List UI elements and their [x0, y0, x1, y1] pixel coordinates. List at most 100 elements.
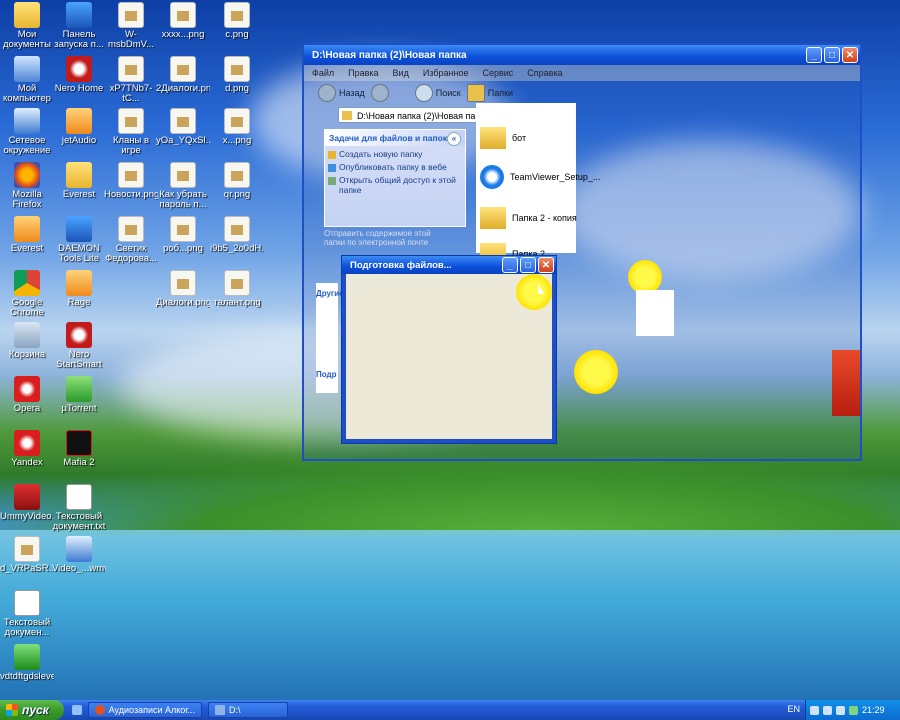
tray-icon[interactable] — [810, 705, 819, 715]
image-file-icon — [224, 162, 250, 188]
back-button[interactable]: Назад — [318, 84, 365, 102]
menu-favorites[interactable]: Избранное — [423, 68, 469, 78]
left-pane-fragment: Другие Подр — [316, 283, 344, 393]
desktop-icon[interactable]: Mozilla Firefox — [0, 162, 54, 210]
desktop-icon[interactable]: Nero Home — [52, 56, 106, 94]
explorer-titlebar[interactable]: D:\Новая папка (2)\Новая папка _ □ ✕ — [304, 45, 860, 65]
explorer-toolbar: Назад Поиск Папки — [304, 81, 860, 105]
folders-button[interactable]: Папки — [466, 84, 513, 102]
desktop-icon[interactable]: Панель запуска п... — [52, 2, 106, 50]
quick-launch — [64, 705, 82, 715]
cursor-highlight — [574, 350, 618, 394]
jetaudio-icon — [66, 108, 92, 134]
desktop-icon[interactable]: Google Chrome — [0, 270, 54, 318]
desktop-icon[interactable]: xP7TNb7-tC... — [104, 56, 158, 104]
new-folder-icon — [328, 151, 336, 159]
desktop-icon[interactable]: Корзина — [0, 322, 54, 360]
menu-file[interactable]: Файл — [312, 68, 334, 78]
desktop-icon[interactable]: DAEMON Tools Lite — [52, 216, 106, 264]
list-item[interactable]: TeamViewer_Setup_... — [480, 165, 600, 189]
desktop-icon[interactable]: c.png — [210, 2, 264, 40]
desktop-icon[interactable]: Диалоги.png — [156, 270, 210, 308]
show-desktop-icon[interactable] — [72, 705, 82, 715]
desktop-icon[interactable]: d.png — [210, 56, 264, 94]
folder-icon — [66, 162, 92, 188]
desktop-icon[interactable]: Yandex — [0, 430, 54, 468]
dialog-titlebar[interactable]: Подготовка файлов... _ □ ✕ — [342, 256, 556, 274]
forward-button[interactable] — [370, 84, 389, 102]
task-publish-web[interactable]: Опубликовать папку в вебе — [325, 159, 465, 172]
desktop-icon[interactable]: i9b5_2o0dH... — [210, 216, 264, 254]
desktop-icon[interactable]: талант.png — [210, 270, 264, 308]
desktop-icon[interactable]: xxxx...png — [156, 2, 210, 40]
desktop-icon[interactable]: Светик Федорова... — [104, 216, 158, 264]
desktop-icon[interactable]: Текстовый докумен... — [0, 590, 54, 638]
list-item[interactable]: бот — [480, 127, 526, 149]
my-computer-icon — [14, 56, 40, 82]
desktop-icon[interactable]: µTorrent — [52, 376, 106, 414]
desktop-icon[interactable]: W-msbDmV... — [104, 2, 158, 50]
desktop-icon[interactable]: Сетевое окружение — [0, 108, 54, 156]
tray-icon[interactable] — [823, 705, 832, 715]
desktop-icon[interactable]: Текстовый документ.txt — [52, 484, 106, 532]
desktop-icon[interactable]: Everest — [0, 216, 54, 254]
desktop-icon[interactable]: qr.png — [210, 162, 264, 200]
opera-icon — [14, 376, 40, 402]
search-button[interactable]: Поиск — [414, 84, 461, 102]
minimize-button[interactable]: _ — [502, 257, 518, 273]
menu-help[interactable]: Справка — [527, 68, 562, 78]
task-new-folder[interactable]: Создать новую папку — [325, 146, 465, 159]
task-email-folder[interactable]: Отправить содержимое этой папки по элект… — [324, 229, 448, 247]
desktop-icon[interactable]: jetAudio — [52, 108, 106, 146]
desktop-icon[interactable]: yOa_YQxSl... — [156, 108, 210, 146]
desktop-icon[interactable]: Mafia 2 — [52, 430, 106, 468]
close-button[interactable]: ✕ — [538, 257, 554, 273]
desktop-icon[interactable]: Кланы в игре Официаль... — [104, 108, 158, 156]
image-file-icon — [14, 536, 40, 562]
desktop-icon[interactable]: d_VRPaSR... — [0, 536, 54, 574]
taskbar-item-explorer[interactable]: D:\ — [208, 702, 288, 718]
nero-startsmart-icon — [66, 322, 92, 348]
menu-edit[interactable]: Правка — [348, 68, 378, 78]
mouse-cursor-icon — [538, 284, 544, 294]
yandex-icon — [14, 430, 40, 456]
desktop-icon[interactable]: Мои документы — [0, 2, 54, 50]
desktop-icon[interactable]: x...png — [210, 108, 264, 146]
desktop-icon[interactable]: Как убрать пароль п... — [156, 162, 210, 210]
desktop-icon[interactable]: vdtdftgdsleve — [0, 644, 54, 682]
desktop-icon[interactable]: 2Диалоги.png — [156, 56, 210, 94]
start-button[interactable]: пуск — [0, 700, 64, 720]
recycle-bin-icon — [14, 322, 40, 348]
collapse-icon[interactable]: « — [447, 132, 461, 146]
language-indicator[interactable]: EN — [787, 704, 800, 714]
desktop-icon[interactable]: Nero StartSmart — [52, 322, 106, 370]
taskbar-item-browser[interactable]: Аудиозаписи Алког... — [88, 702, 202, 718]
tray-icon[interactable] — [836, 705, 845, 715]
tray-icon[interactable] — [849, 705, 858, 715]
list-item[interactable]: Папка 2 - копия — [480, 207, 577, 229]
desktop-icon[interactable]: Rage — [52, 270, 106, 308]
image-file-icon — [170, 216, 196, 242]
desktop-icon[interactable]: Opera — [0, 376, 54, 414]
desktop-icon[interactable]: Мой компьютер — [0, 56, 54, 104]
menu-tools[interactable]: Сервис — [482, 68, 513, 78]
menu-view[interactable]: Вид — [393, 68, 409, 78]
desktop-icon[interactable]: Новости.png — [104, 162, 158, 200]
firefox-icon — [95, 705, 105, 715]
desktop-icon[interactable]: Everest — [52, 162, 106, 200]
desktop-icon[interactable]: роб...png — [156, 216, 210, 254]
tasks-header[interactable]: Задачи для файлов и папок « — [325, 130, 465, 146]
desktop-icon[interactable]: Video_...wmv — [52, 536, 106, 574]
clock[interactable]: 21:29 — [862, 705, 885, 715]
close-button[interactable]: ✕ — [842, 47, 858, 63]
system-tray: 21:29 — [805, 700, 900, 720]
desktop-icon[interactable]: UmmyVideo... — [0, 484, 54, 522]
menu-bar: Файл Правка Вид Избранное Сервис Справка — [304, 65, 860, 81]
minimize-button[interactable]: _ — [806, 47, 822, 63]
task-share-folder[interactable]: Открыть общий доступ к этой папке — [325, 172, 465, 195]
search-icon — [414, 84, 433, 102]
maximize-button[interactable]: □ — [520, 257, 536, 273]
maximize-button[interactable]: □ — [824, 47, 840, 63]
image-file-icon — [224, 2, 250, 28]
forward-arrow-icon — [370, 84, 389, 102]
